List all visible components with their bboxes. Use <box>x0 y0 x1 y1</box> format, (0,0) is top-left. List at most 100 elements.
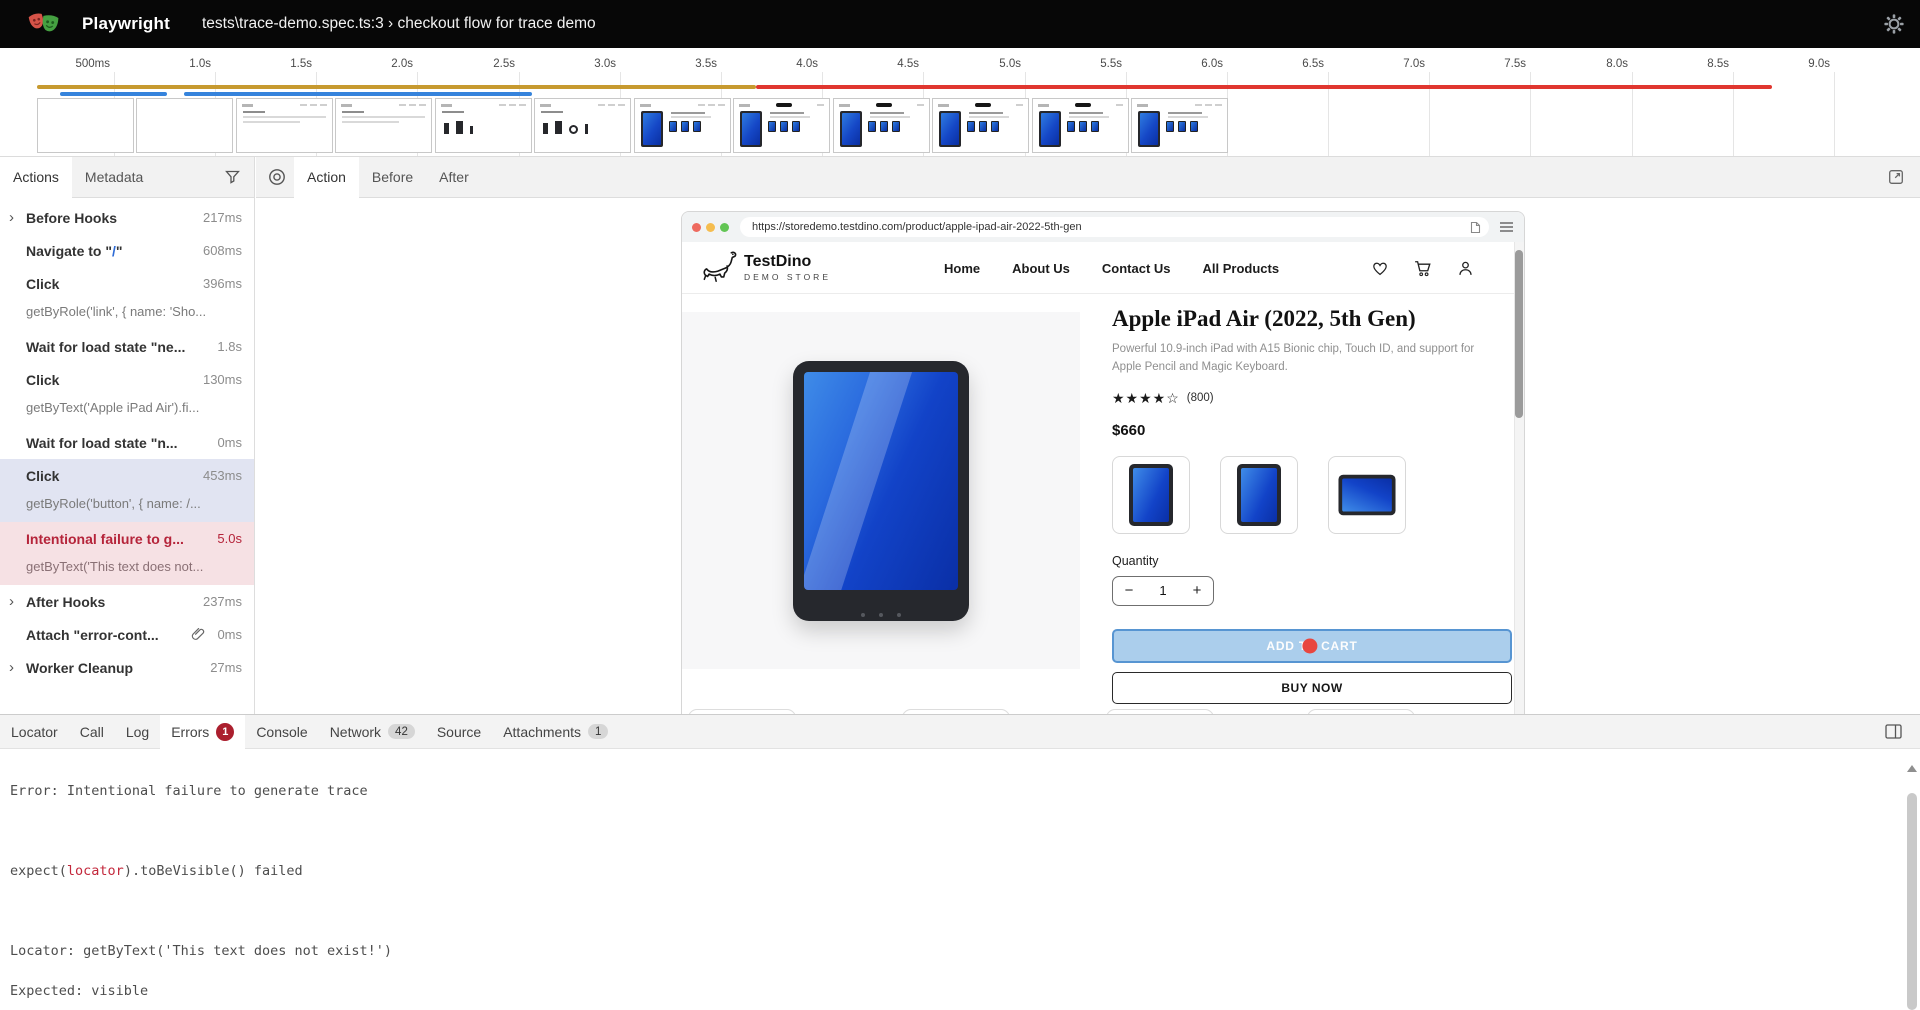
action-row-worker-cleanup[interactable]: › Worker Cleanup 27ms <box>0 651 254 684</box>
product-thumbnail-2[interactable] <box>1220 456 1298 534</box>
action-row-attach[interactable]: Attach "error-cont... 0ms <box>0 618 254 651</box>
snapshot-scrollbar[interactable] <box>1514 242 1524 714</box>
filmstrip-frame[interactable] <box>733 98 830 153</box>
app-title: Playwright <box>82 14 170 34</box>
store-logo[interactable]: TestDino DEMO STORE <box>700 249 831 285</box>
timeline-tick-label: 1.0s <box>119 58 211 70</box>
tab-metadata[interactable]: Metadata <box>72 157 156 198</box>
action-list: › Before Hooks 217ms Navigate to "/" 608… <box>0 198 254 684</box>
timeline-tick-label: 9.0s <box>1738 58 1830 70</box>
user-icon[interactable] <box>1457 260 1474 277</box>
action-row-click-2[interactable]: Click 130ms <box>0 363 254 396</box>
traffic-light-yellow <box>706 223 715 232</box>
tab-locator[interactable]: Locator <box>0 715 69 749</box>
nav-all-products[interactable]: All Products <box>1203 261 1280 276</box>
scrollbar-thumb[interactable] <box>1907 793 1917 1010</box>
action-locator: getByText('Apple iPad Air').fi... <box>0 396 254 426</box>
filmstrip-frame[interactable] <box>932 98 1029 153</box>
blank-line <box>10 901 1900 921</box>
timeline-tick-label: 1.5s <box>220 58 312 70</box>
nav-about-us[interactable]: About Us <box>1012 261 1070 276</box>
action-title: Click <box>26 372 195 388</box>
wishlist-heart-icon[interactable] <box>1371 260 1389 276</box>
quantity-value: 1 <box>1145 583 1181 598</box>
nav-home[interactable]: Home <box>944 261 980 276</box>
filmstrip-frame[interactable] <box>1131 98 1228 153</box>
nav-contact-us[interactable]: Contact Us <box>1102 261 1171 276</box>
timeline-tick-label: 4.0s <box>726 58 818 70</box>
tab-actions[interactable]: Actions <box>0 157 72 198</box>
filmstrip-frame[interactable] <box>335 98 432 153</box>
timeline-tick-label: 2.5s <box>423 58 515 70</box>
action-row-click-selected[interactable]: Click 453ms <box>0 459 254 492</box>
tab-call[interactable]: Call <box>69 715 115 749</box>
browser-window-snapshot: https://storedemo.testdino.com/product/a… <box>681 211 1525 714</box>
action-row-after-hooks[interactable]: › After Hooks 237ms <box>0 585 254 618</box>
action-title: After Hooks <box>26 594 195 610</box>
filmstrip-frame[interactable] <box>236 98 333 153</box>
filmstrip-frame[interactable] <box>435 98 532 153</box>
product-thumbnail-3[interactable] <box>1328 456 1406 534</box>
store-page: TestDino DEMO STORE Home About Us Contac… <box>682 242 1524 714</box>
tab-action[interactable]: Action <box>294 157 359 198</box>
cart-icon[interactable] <box>1414 260 1432 277</box>
playwright-trace-viewer: Playwright tests\trace-demo.spec.ts:3 › … <box>0 0 1920 1010</box>
pick-locator-target-icon[interactable] <box>268 168 286 186</box>
filmstrip-frame[interactable] <box>37 98 134 153</box>
timeline-tick-label: 5.5s <box>1030 58 1122 70</box>
tab-network[interactable]: Network42 <box>319 715 426 749</box>
click-point-marker <box>1302 638 1317 653</box>
action-title: Worker Cleanup <box>26 660 202 676</box>
action-row-navigate[interactable]: Navigate to "/" 608ms <box>0 234 254 267</box>
tab-console[interactable]: Console <box>245 715 318 749</box>
filmstrip-frame[interactable] <box>1032 98 1129 153</box>
scrollbar-thumb[interactable] <box>1515 250 1523 418</box>
menu-icon[interactable] <box>1499 221 1514 233</box>
filmstrip-frame[interactable] <box>136 98 233 153</box>
quantity-plus-button[interactable]: + <box>1181 582 1213 599</box>
scroll-up-icon[interactable] <box>1907 765 1917 772</box>
product-thumbnail-1[interactable] <box>1112 456 1190 534</box>
tab-before[interactable]: Before <box>359 157 426 198</box>
product-image-ipad <box>793 361 969 621</box>
add-to-cart-button[interactable]: ADD TO CART <box>1112 629 1512 663</box>
timeline[interactable]: 500ms 1.0s 1.5s 2.0s 2.5s 3.0s 3.5s 4.0s… <box>0 48 1920 157</box>
action-row-failure[interactable]: Intentional failure to g... 5.0s <box>0 522 254 555</box>
tab-log[interactable]: Log <box>115 715 160 749</box>
filmstrip-frame[interactable] <box>534 98 631 153</box>
buy-now-button[interactable]: BUY NOW <box>1112 672 1512 704</box>
action-duration: 0ms <box>217 435 242 450</box>
action-locator: getByRole('button', { name: /... <box>0 492 254 522</box>
product-price: $660 <box>1112 422 1512 439</box>
filmstrip-frame[interactable] <box>833 98 930 153</box>
snapshot-tab-bar: Action Before After <box>256 157 1920 198</box>
page-icon <box>1470 221 1481 234</box>
quantity-minus-button[interactable]: − <box>1113 582 1145 599</box>
action-title: Navigate to "/" <box>26 243 195 259</box>
action-duration: 0ms <box>217 627 242 642</box>
tab-attachments[interactable]: Attachments1 <box>492 715 619 749</box>
error-console: Error: Intentional failure to generate t… <box>0 749 1900 1010</box>
error-line: Error: Intentional failure to generate t… <box>10 781 1900 801</box>
timeline-tick <box>1834 72 1835 156</box>
tab-after[interactable]: After <box>426 157 482 198</box>
console-scrollbar[interactable] <box>1906 759 1918 1010</box>
action-row-before-hooks[interactable]: › Before Hooks 217ms <box>0 201 254 234</box>
tab-source[interactable]: Source <box>426 715 492 749</box>
timeline-tick-label: 3.0s <box>524 58 616 70</box>
gear-icon[interactable] <box>1884 14 1904 34</box>
paperclip-icon <box>191 627 205 642</box>
filter-icon[interactable] <box>225 170 240 184</box>
toggle-layout-icon[interactable] <box>1885 724 1902 739</box>
action-row-wait-1[interactable]: Wait for load state "ne... 1.8s <box>0 330 254 363</box>
action-title: Wait for load state "n... <box>26 435 209 451</box>
actions-tab-bar: Actions Metadata <box>0 157 254 198</box>
open-snapshot-external-icon[interactable] <box>1888 169 1904 185</box>
address-bar[interactable]: https://storedemo.testdino.com/product/a… <box>740 217 1489 237</box>
tab-errors[interactable]: Errors1 <box>160 715 245 749</box>
filmstrip-frame[interactable] <box>634 98 731 153</box>
action-row-wait-2[interactable]: Wait for load state "n... 0ms <box>0 426 254 459</box>
product-rating: ★★★★☆ (800) <box>1112 390 1512 407</box>
timeline-tick-label: 4.5s <box>827 58 919 70</box>
action-row-click-1[interactable]: Click 396ms <box>0 267 254 300</box>
